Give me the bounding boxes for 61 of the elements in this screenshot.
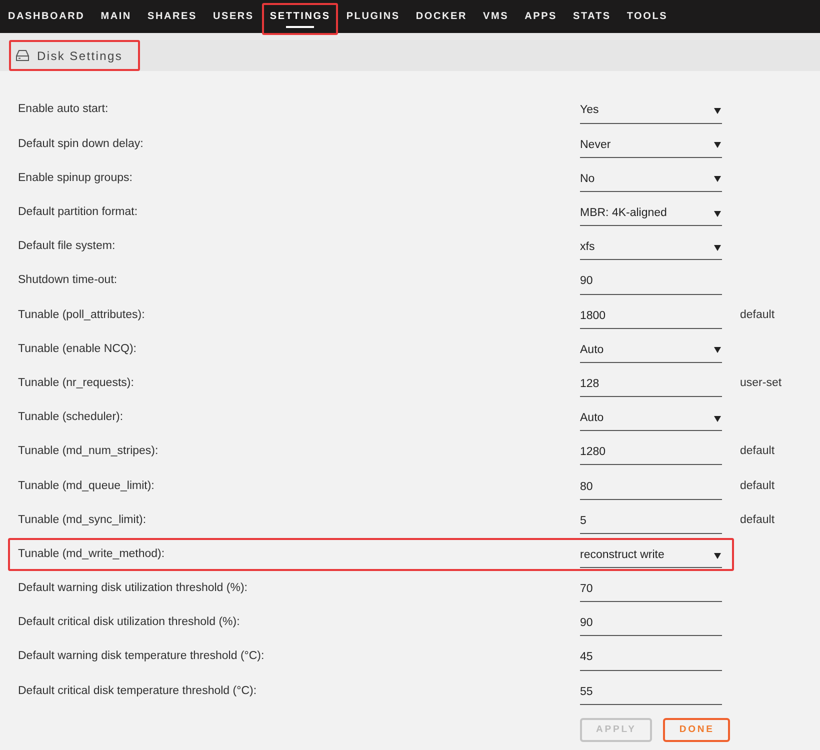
dropdown-field[interactable]: MBR: 4K-aligned — [580, 202, 722, 226]
nav-tab[interactable]: PLUGINS — [338, 0, 408, 33]
setting-label: Default warning disk temperature threshold (°C): — [17, 649, 266, 664]
dropdown-field[interactable]: Auto — [580, 338, 722, 363]
text-field[interactable]: 90 — [580, 612, 722, 636]
nav-tab[interactable]: MAIN — [92, 0, 140, 33]
dropdown-arrow-icon — [714, 142, 721, 148]
nav-tab[interactable]: SETTINGS — [262, 0, 338, 33]
setting-label: Enable auto start: — [17, 102, 110, 118]
setting-label: Default partition format: — [17, 205, 139, 220]
setting-label: Tunable (poll_attributes): — [17, 308, 146, 323]
dropdown-arrow-icon — [714, 347, 721, 354]
nav-tab[interactable]: TOOLS — [618, 0, 676, 33]
setting-label: Default critical disk utilization threshold (%): — [17, 615, 241, 630]
setting-note: user-set — [740, 376, 782, 391]
text-field[interactable]: 80 — [580, 476, 722, 500]
text-field[interactable]: 1800 — [580, 304, 722, 329]
text-field[interactable]: 5 — [580, 510, 722, 534]
dropdown-field[interactable]: Yes — [580, 100, 722, 124]
dropdown-field[interactable]: Never — [580, 134, 722, 158]
nav-tab[interactable]: SHARES — [139, 0, 205, 33]
setting-label: Default file system: — [17, 239, 116, 254]
nav-tab[interactable]: DASHBOARD — [0, 0, 93, 33]
page-title: Disk Settings — [37, 48, 123, 64]
text-field[interactable]: 45 — [580, 646, 722, 671]
setting-label: Enable spinup groups: — [17, 170, 134, 186]
dropdown-arrow-icon — [714, 244, 721, 251]
dropdown-field[interactable]: reconstruct write — [580, 544, 722, 568]
setting-label: Tunable (md_write_method): — [17, 546, 166, 562]
dropdown-arrow-icon — [714, 552, 721, 559]
dropdown-arrow-icon — [714, 210, 721, 217]
nav-tab[interactable]: VMS — [475, 0, 517, 33]
setting-label: Shutdown time-out: — [17, 273, 118, 288]
setting-note: default — [740, 512, 775, 528]
setting-label: Tunable (md_queue_limit): — [17, 478, 156, 494]
nav-tab[interactable]: USERS — [204, 0, 262, 33]
dropdown-field[interactable]: No — [580, 168, 722, 192]
setting-note: default — [740, 308, 775, 323]
text-field[interactable]: 90 — [580, 270, 722, 295]
setting-label: Tunable (enable NCQ): — [17, 342, 138, 357]
setting-label: Default warning disk utilization threshold (%): — [17, 581, 248, 596]
dropdown-arrow-icon — [714, 416, 721, 422]
setting-label: Tunable (scheduler): — [17, 410, 124, 426]
setting-note: default — [740, 478, 775, 494]
setting-label: Tunable (md_num_stripes): — [17, 444, 160, 460]
setting-label: Tunable (md_sync_limit): — [17, 512, 148, 528]
text-field[interactable]: 55 — [580, 680, 722, 705]
nav-tab[interactable]: APPS — [516, 0, 566, 33]
text-field[interactable]: 70 — [580, 578, 722, 602]
nav-tab[interactable]: STATS — [565, 0, 619, 33]
dropdown-arrow-icon — [714, 108, 721, 114]
dropdown-arrow-icon — [714, 176, 721, 182]
setting-note: default — [740, 444, 775, 460]
setting-label: Default critical disk temperature threshold (°C): — [17, 684, 258, 699]
dropdown-field[interactable]: Auto — [580, 407, 722, 432]
setting-label: Tunable (nr_requests): — [17, 376, 135, 391]
dropdown-field[interactable]: xfs — [580, 236, 722, 260]
nav-tab[interactable]: DOCKER — [408, 0, 476, 33]
setting-label: Default spin down delay: — [17, 136, 144, 152]
text-field[interactable]: 128 — [580, 373, 722, 398]
text-field[interactable]: 1280 — [580, 441, 722, 466]
